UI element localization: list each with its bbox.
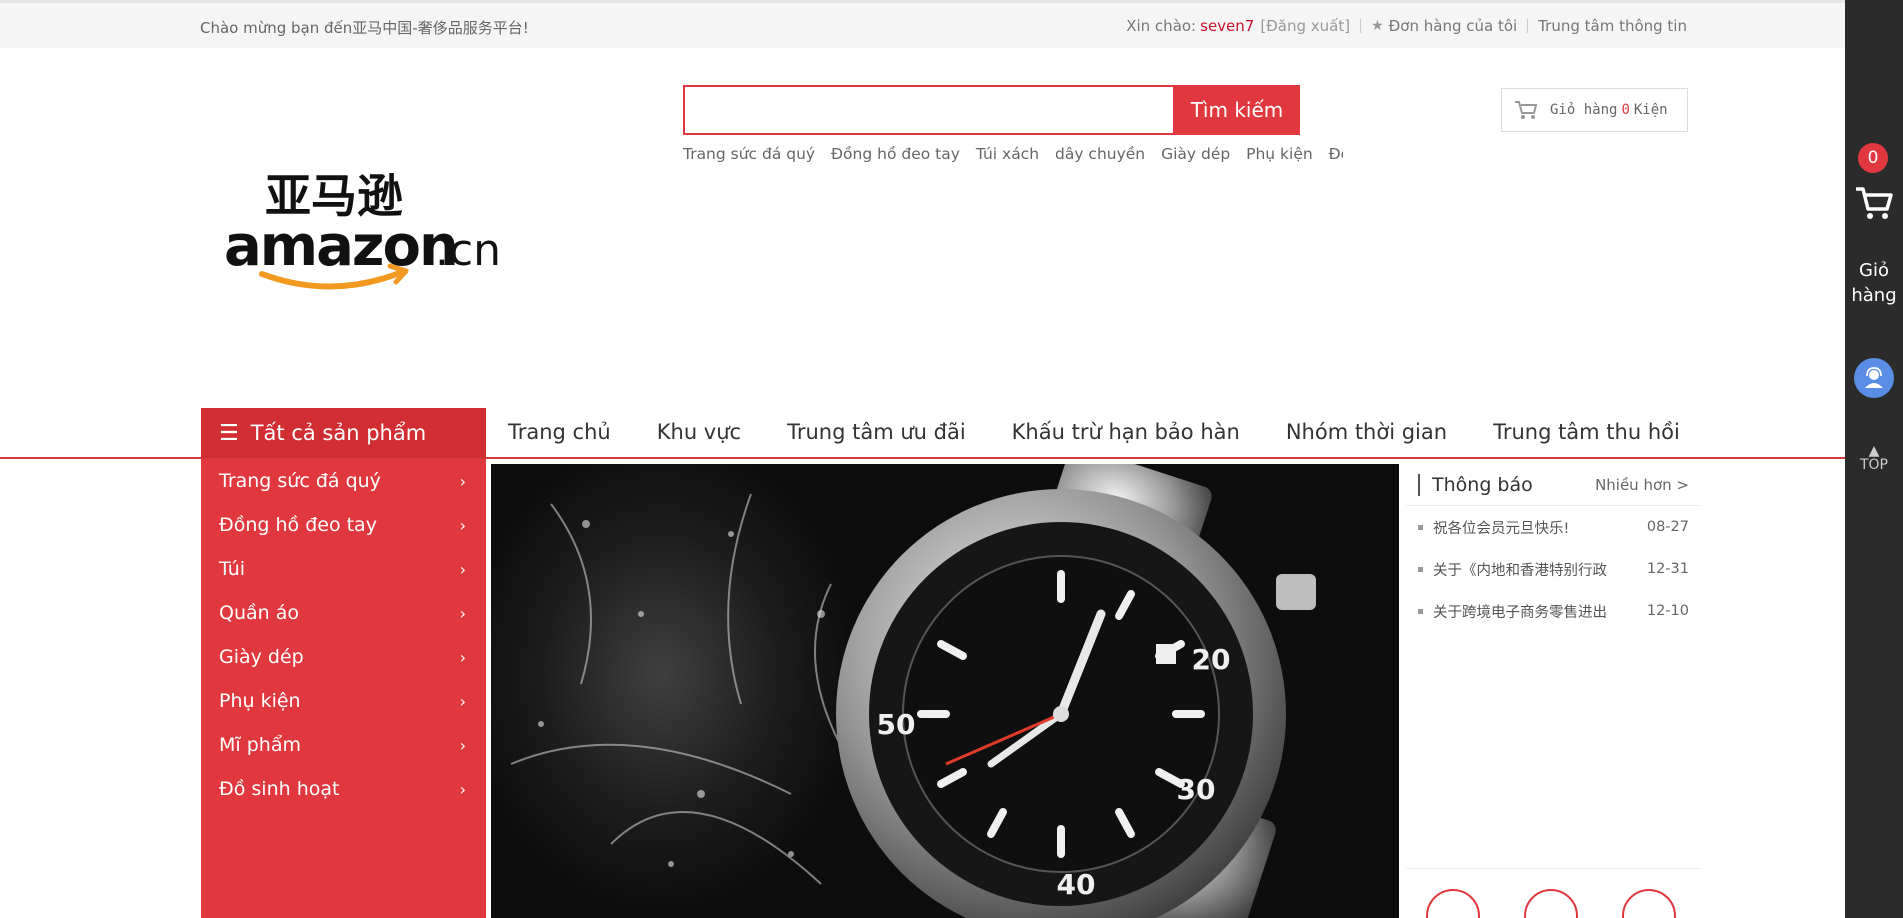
category-item[interactable]: Túi ›: [201, 547, 486, 591]
bullet-icon: [1418, 524, 1423, 530]
header-cart-unit: Kiện: [1633, 102, 1668, 118]
nav-item-promotions[interactable]: Trung tâm ưu đãi: [787, 420, 966, 444]
my-orders-link[interactable]: Đơn hàng của tôi: [1389, 17, 1518, 35]
main-nav: Trang chủ Khu vực Trung tâm ưu đãi Khấu …: [508, 420, 1726, 444]
category-item[interactable]: Mĩ phẩm ›: [201, 723, 486, 767]
category-label: Mĩ phẩm: [219, 734, 301, 756]
top-label: TOP: [1859, 457, 1888, 473]
all-products-button[interactable]: ☰ Tất cả sản phẩm: [201, 408, 486, 458]
header-cart-count: 0: [1621, 102, 1630, 118]
search-input[interactable]: [685, 87, 1173, 133]
nav-item-time-group[interactable]: Nhóm thời gian: [1286, 420, 1447, 444]
logo-brand-text: amazon: [224, 214, 457, 279]
divider: [1360, 19, 1362, 33]
category-label: Đồng hồ đeo tay: [219, 514, 377, 536]
notice-panel: Thông báo Nhiều hơn > 祝各位会员元旦快乐! 08-27 关…: [1406, 464, 1701, 918]
amazon-cn-logo[interactable]: 亚马逊 amazon .cn: [222, 160, 522, 300]
hot-link[interactable]: Giày dép: [1161, 145, 1230, 163]
sidebar-cart-count-badge: 0: [1858, 143, 1888, 173]
notice-item-text: 祝各位会员元旦快乐!: [1433, 520, 1570, 537]
chevron-right-icon: ›: [459, 735, 466, 755]
notice-item-text: 关于跨境电子商务零售进出: [1433, 604, 1607, 621]
nav-item-home[interactable]: Trang chủ: [508, 420, 611, 444]
hot-link[interactable]: dây chuyền: [1055, 145, 1145, 163]
hero-banner-watch[interactable]: 20 30 40 50: [491, 464, 1399, 918]
username-link[interactable]: seven7: [1200, 17, 1254, 35]
category-label: Túi: [219, 558, 246, 580]
caret-up-icon: ▲: [1868, 443, 1880, 459]
notice-item-date: 12-31: [1646, 561, 1689, 577]
hot-link[interactable]: Đồng hồ đeo tay: [831, 145, 960, 163]
sidebar-cart-label-line1: Giỏ: [1859, 260, 1889, 281]
header-cart-button[interactable]: Giỏ hàng 0 Kiện: [1501, 88, 1688, 132]
all-products-label: Tất cả sản phẩm: [250, 421, 427, 445]
info-center-link[interactable]: Trung tâm thông tin: [1538, 17, 1687, 35]
nav-item-region[interactable]: Khu vực: [657, 420, 741, 444]
logo-suffix-text: .cn: [435, 225, 501, 276]
notice-title: Thông báo: [1418, 473, 1533, 496]
chevron-right-icon: ›: [459, 779, 466, 799]
nav-item-warranty[interactable]: Khấu trừ hạn bảo hàn: [1012, 420, 1240, 444]
welcome-text: Chào mừng bạn đến亚马中国-奢侈品服务平台!: [200, 19, 529, 37]
header-cart-label: Giỏ hàng: [1550, 102, 1618, 118]
chevron-right-icon: ›: [459, 691, 466, 711]
chevron-right-icon: ›: [459, 647, 466, 667]
chevron-right-icon: ›: [459, 603, 466, 623]
hot-link[interactable]: Đồ nam: [1329, 145, 1343, 163]
logout-link[interactable]: [Đăng xuất]: [1260, 17, 1350, 35]
category-label: Đồ sinh hoạt: [219, 778, 340, 800]
sidebar-cart-icon[interactable]: [1854, 185, 1894, 221]
back-to-top-button[interactable]: ▲ TOP: [1857, 444, 1891, 472]
category-item[interactable]: Đồ sinh hoạt ›: [201, 767, 486, 811]
top-bar-user-area: Xin chào: seven7 [Đăng xuất] ★ Đơn hàng …: [1126, 17, 1687, 35]
chevron-right-icon: ›: [459, 515, 466, 535]
svg-text:50: 50: [877, 708, 916, 741]
category-label: Phụ kiện: [219, 690, 301, 712]
hot-link[interactable]: Túi xách: [976, 145, 1039, 163]
notice-item-text: 关于《内地和香港特别行政: [1433, 562, 1607, 579]
category-label: Giày dép: [219, 646, 304, 668]
notice-header: Thông báo Nhiều hơn >: [1406, 464, 1701, 506]
category-item[interactable]: Trang sức đá quý ›: [201, 459, 486, 503]
nav-item-recycle[interactable]: Trung tâm thu hồi: [1493, 420, 1680, 444]
hot-link[interactable]: Phụ kiện: [1246, 145, 1313, 163]
svg-text:40: 40: [1057, 868, 1096, 901]
category-item[interactable]: Phụ kiện ›: [201, 679, 486, 723]
top-bar: Chào mừng bạn đến亚马中国-奢侈品服务平台! Xin chào:…: [0, 0, 1845, 48]
cart-icon: [1515, 101, 1538, 119]
customer-service-icon[interactable]: [1854, 358, 1894, 398]
notice-item-date: 12-10: [1646, 603, 1689, 619]
sidebar-cart-label-line2: hàng: [1851, 285, 1897, 306]
search-input-wrapper: [683, 85, 1175, 135]
sidebar-cart-label[interactable]: Giỏ hàng: [1845, 258, 1903, 308]
hot-search-links: Trang sức đá quý Đồng hồ đeo tay Túi xác…: [683, 145, 1343, 169]
notice-item-date: 08-27: [1646, 519, 1689, 535]
chevron-right-icon: ›: [459, 471, 466, 491]
bullet-icon: [1418, 608, 1423, 614]
search-button[interactable]: Tìm kiếm: [1174, 85, 1300, 135]
category-label: Trang sức đá quý: [219, 470, 381, 492]
category-label: Quần áo: [219, 602, 299, 624]
hot-link[interactable]: Trang sức đá quý: [683, 145, 815, 163]
greeting-text: Xin chào:: [1126, 17, 1197, 35]
divider: [1527, 19, 1529, 33]
svg-text:30: 30: [1177, 773, 1216, 806]
category-item[interactable]: Quần áo ›: [201, 591, 486, 635]
notice-item[interactable]: 祝各位会员元旦快乐! 08-27: [1406, 506, 1701, 548]
notice-more-link[interactable]: Nhiều hơn >: [1595, 476, 1689, 494]
category-menu: Trang sức đá quý › Đồng hồ đeo tay › Túi › …: [201, 459, 486, 918]
category-item[interactable]: Giày dép ›: [201, 635, 486, 679]
right-toolbar: 0 Giỏ hàng ▲ TOP: [1845, 0, 1903, 918]
svg-text:20: 20: [1192, 643, 1231, 676]
notice-item[interactable]: 关于跨境电子商务零售进出 12-10: [1406, 590, 1701, 632]
bullet-icon: [1418, 566, 1423, 572]
star-icon: ★: [1371, 18, 1384, 34]
menu-icon: ☰: [219, 420, 239, 446]
category-item[interactable]: Đồng hồ đeo tay ›: [201, 503, 486, 547]
chevron-right-icon: ›: [459, 559, 466, 579]
notice-item[interactable]: 关于《内地和香港特别行政 12-31: [1406, 548, 1701, 590]
